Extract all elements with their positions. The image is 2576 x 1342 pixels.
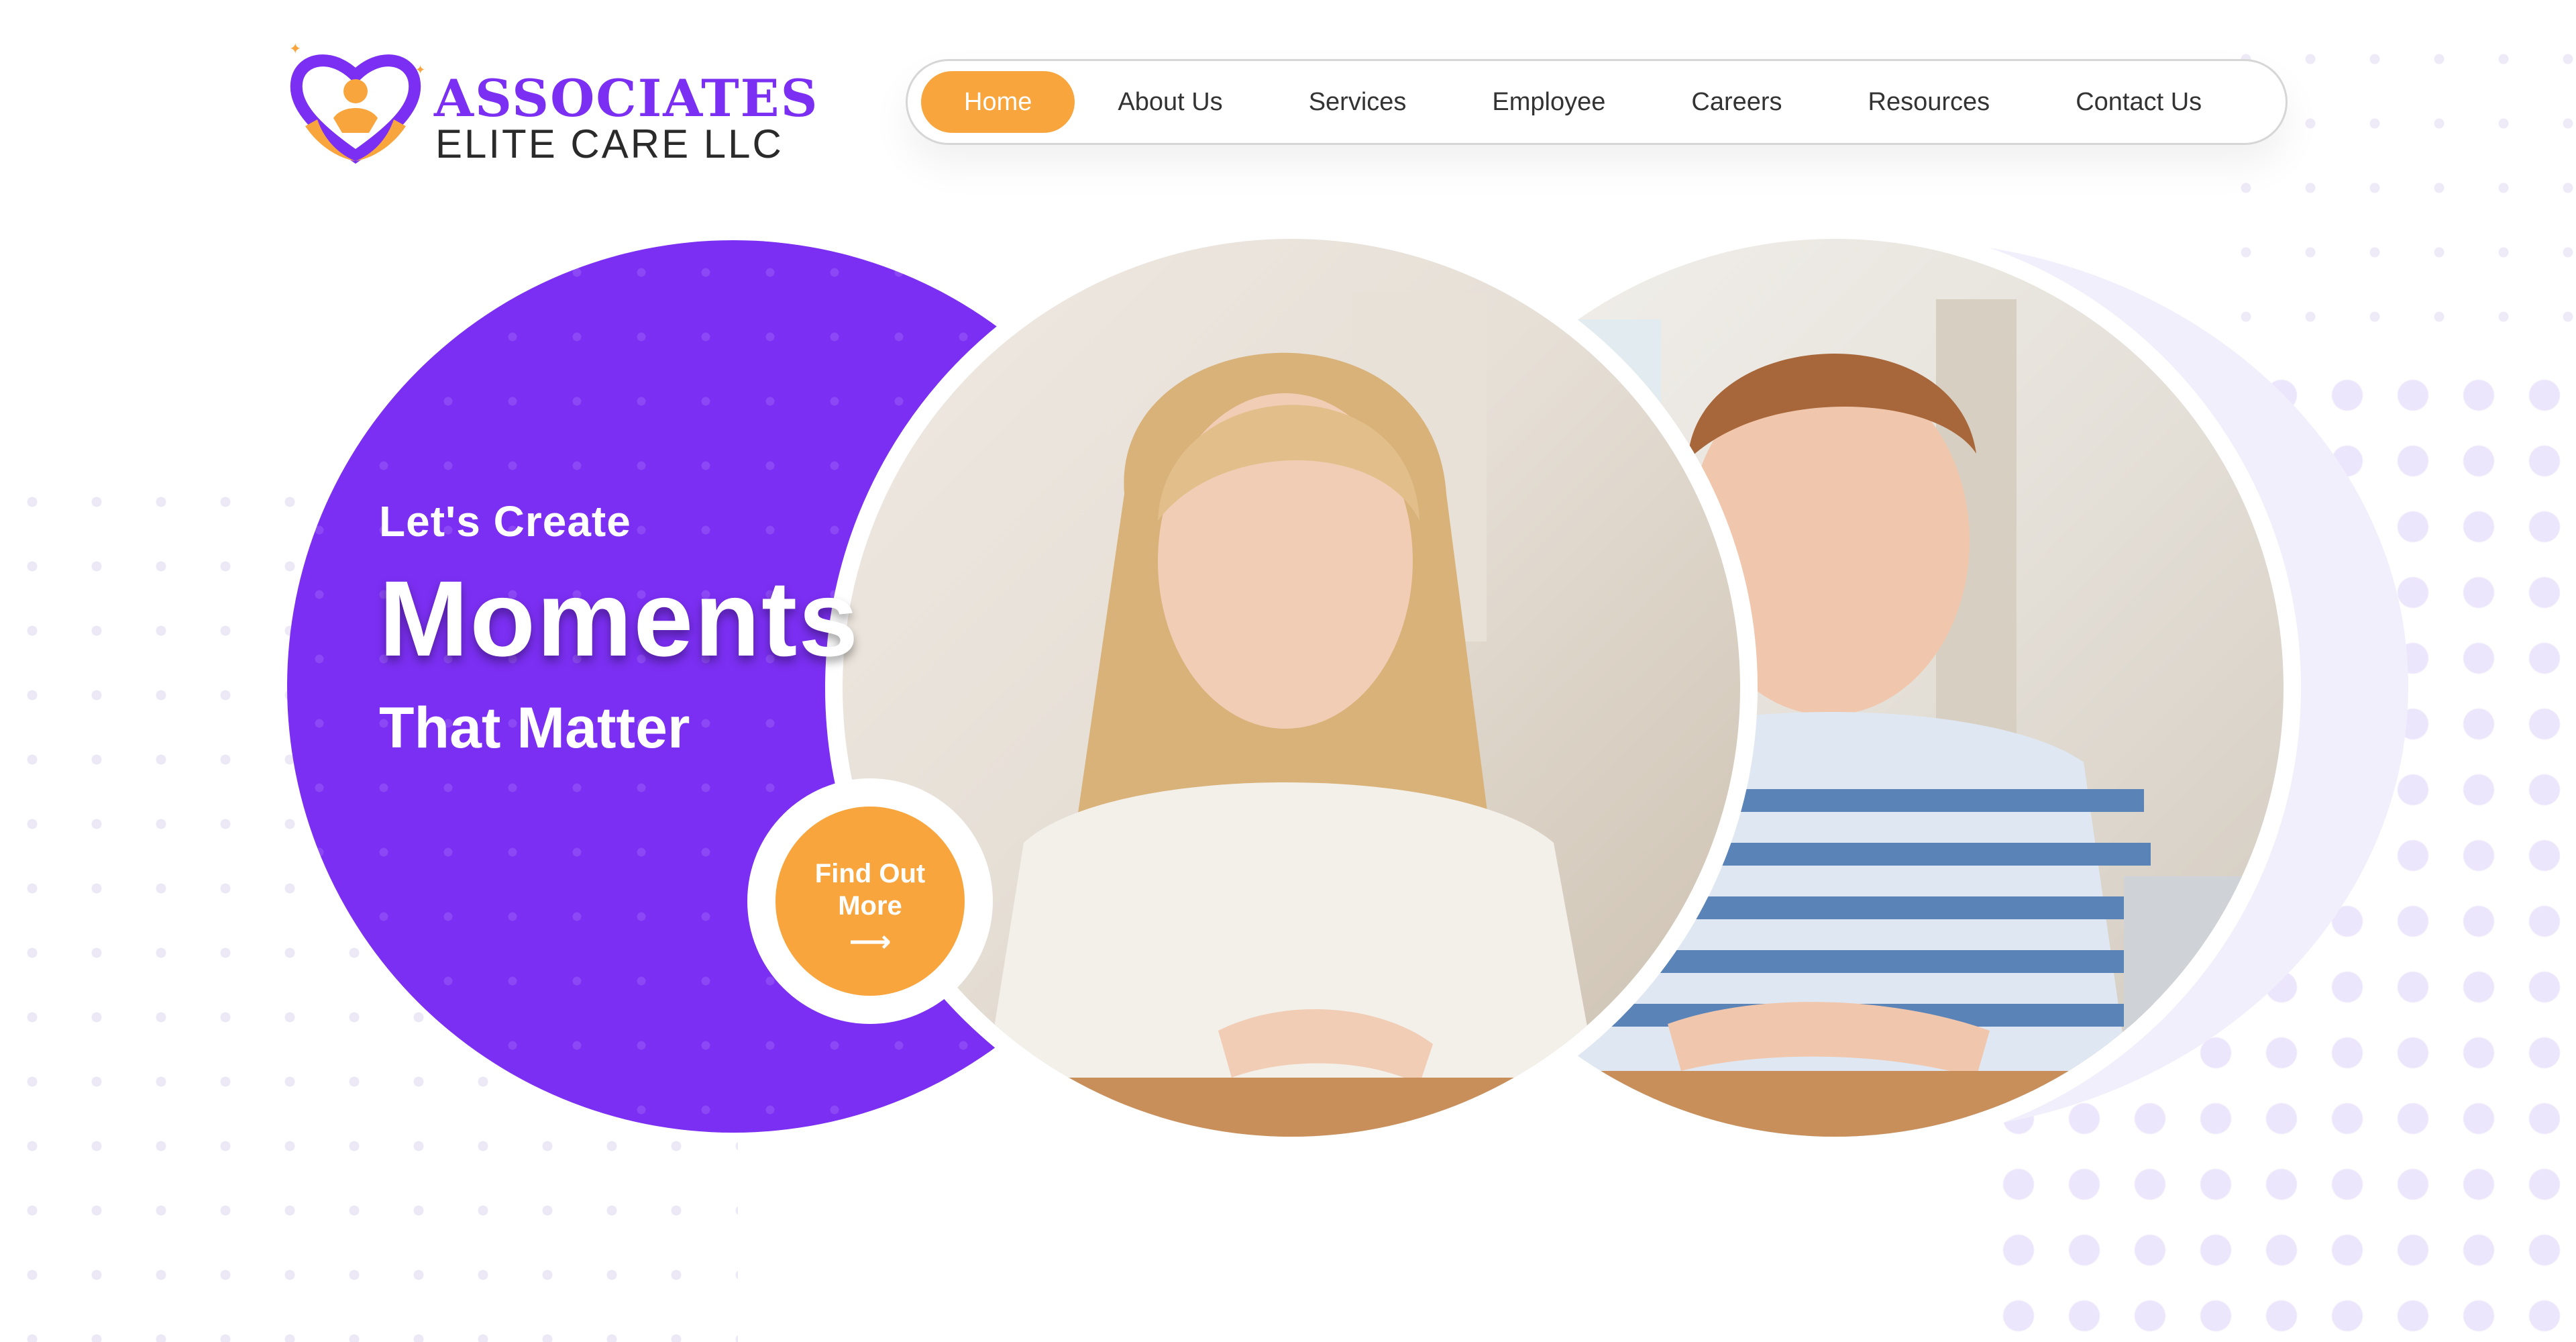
- hero-line-1: Let's Create: [379, 497, 631, 546]
- nav-contact-us[interactable]: Contact Us: [2033, 71, 2245, 133]
- nav-services[interactable]: Services: [1266, 71, 1450, 133]
- cta-label-line-2: More: [838, 891, 902, 921]
- logo-subtitle: ELITE CARE LLC: [435, 121, 784, 166]
- site-logo[interactable]: ✦ ✦ ASSOCIATES ELITE CARE LLC: [285, 39, 818, 173]
- hero-line-2: Moments: [379, 558, 860, 678]
- find-out-more-button[interactable]: Find Out More ⟶: [775, 807, 965, 996]
- hero-photo-woman: [825, 221, 1758, 1154]
- nav-about-us[interactable]: About Us: [1075, 71, 1265, 133]
- hero-line-3: That Matter: [379, 696, 690, 760]
- logo-title: ASSOCIATES: [434, 68, 819, 128]
- heart-hands-person-icon: ✦ ✦: [289, 40, 425, 164]
- arrow-right-icon: ⟶: [849, 925, 892, 958]
- nav-home[interactable]: Home: [921, 71, 1075, 133]
- nav-careers[interactable]: Careers: [1648, 71, 1825, 133]
- svg-text:✦: ✦: [415, 63, 425, 76]
- svg-text:✦: ✦: [289, 40, 301, 57]
- hero-headline: Let's Create Moments That Matter: [379, 497, 858, 760]
- nav-employee[interactable]: Employee: [1449, 71, 1648, 133]
- woman-illustration: [843, 293, 1740, 1137]
- main-navigation: Home About Us Services Employee Careers …: [906, 59, 2288, 145]
- cta-ring: Find Out More ⟶: [747, 778, 993, 1024]
- cta-label-line-1: Find Out: [814, 859, 926, 888]
- nav-resources[interactable]: Resources: [1825, 71, 2033, 133]
